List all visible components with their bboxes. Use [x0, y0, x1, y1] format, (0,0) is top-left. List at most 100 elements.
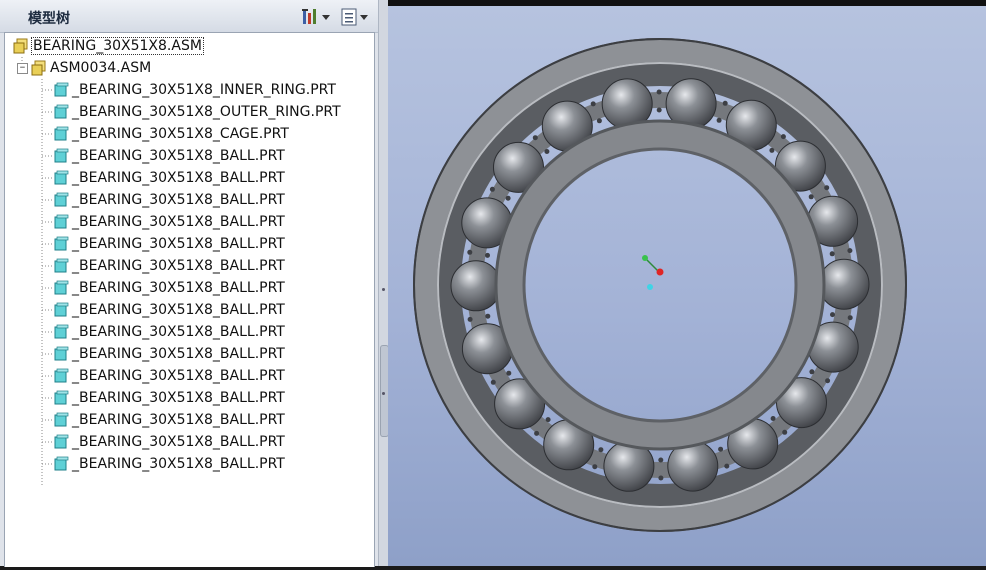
part-icon [54, 434, 69, 449]
tree-item-root[interactable]: BEARING_30X51X8.ASM [13, 35, 204, 57]
tree-item-label: _BEARING_30X51X8_BALL.PRT [72, 170, 285, 186]
chevron-down-icon [322, 15, 330, 20]
tree-item-label: _BEARING_30X51X8_BALL.PRT [72, 434, 285, 450]
cage-rivet [544, 149, 550, 154]
part-icon [54, 192, 69, 207]
cage-rivet [534, 430, 540, 436]
part-icon [54, 302, 69, 317]
part-icon [54, 214, 69, 229]
collapse-toggle[interactable]: − [17, 63, 28, 74]
tree-item-part[interactable]: _BEARING_30X51X8_BALL.PRT [53, 167, 285, 189]
splitter-grip-bottom [382, 392, 385, 395]
tree-item-label: _BEARING_30X51X8_BALL.PRT [72, 192, 285, 208]
cage-rivet [658, 475, 664, 481]
tree-item-part[interactable]: _BEARING_30X51X8_BALL.PRT [53, 189, 285, 211]
cage-rivet [829, 251, 835, 257]
cage-rivet [467, 316, 473, 322]
cage-rivet [658, 457, 664, 463]
tree-item-part[interactable]: _BEARING_30X51X8_BALL.PRT [53, 343, 285, 365]
cage-rivet [716, 117, 722, 123]
tree-item-part[interactable]: _BEARING_30X51X8_BALL.PRT [53, 211, 285, 233]
cage-rivet [506, 370, 512, 376]
bearing-ball [818, 258, 870, 310]
tree-item-label: ASM0034.ASM [50, 60, 152, 76]
tree-item-part[interactable]: _BEARING_30X51X8_BALL.PRT [53, 431, 285, 453]
triad-y-dot [642, 255, 648, 261]
cage-rivet [718, 446, 724, 452]
triad-z-dot [647, 284, 653, 290]
tree-item-part[interactable]: _BEARING_30X51X8_BALL.PRT [53, 255, 285, 277]
cage-rivet [825, 378, 831, 384]
graphics-viewport[interactable] [388, 6, 986, 566]
assembly-icon [13, 38, 28, 54]
part-icon [54, 280, 69, 295]
part-icon [54, 126, 69, 141]
tree-show-button[interactable] [340, 7, 368, 27]
part-icon [54, 236, 69, 251]
cage-rivet [656, 107, 662, 113]
cage-rivet [830, 312, 835, 318]
tree-item-label: _BEARING_30X51X8_BALL.PRT [72, 456, 285, 472]
model-tree-pane: 模型树 BEARING_30X51X8.ASM − ASM0034.ASM _B… [0, 0, 378, 567]
cage-rivet [809, 369, 815, 375]
part-icon [54, 412, 69, 427]
cage-rivet [847, 315, 853, 321]
tree-item-label: _BEARING_30X51X8_BALL.PRT [72, 346, 285, 362]
cage-rivet [598, 447, 604, 453]
cage-rivet [490, 379, 496, 385]
tree-item-label: _BEARING_30X51X8_OUTER_RING.PRT [72, 104, 341, 120]
bearing-model[interactable] [388, 6, 986, 566]
tree-item-part[interactable]: _BEARING_30X51X8_CAGE.PRT [53, 123, 289, 145]
cage-rivet [780, 134, 786, 140]
part-icon [54, 104, 69, 119]
part-icon [54, 324, 69, 339]
part-icon [54, 82, 69, 97]
tree-item-part[interactable]: _BEARING_30X51X8_BALL.PRT [53, 233, 285, 255]
tree-item-part[interactable]: _BEARING_30X51X8_BALL.PRT [53, 145, 285, 167]
part-icon [54, 346, 69, 361]
cage-rivet [485, 252, 490, 258]
tree-item-part[interactable]: _BEARING_30X51X8_BALL.PRT [53, 321, 285, 343]
tree-item-part[interactable]: _BEARING_30X51X8_BALL.PRT [53, 299, 285, 321]
part-icon [54, 368, 69, 383]
model-tree-title: 模型树 [28, 11, 70, 27]
tree-item-label: _BEARING_30X51X8_BALL.PRT [72, 148, 285, 164]
tree-item-label: _BEARING_30X51X8_BALL.PRT [72, 302, 285, 318]
subassembly-icon [31, 60, 46, 76]
cage-rivet [467, 249, 473, 255]
tree-item-part[interactable]: _BEARING_30X51X8_BALL.PRT [53, 387, 285, 409]
tree-item-part[interactable]: _BEARING_30X51X8_BALL.PRT [53, 409, 285, 431]
tree-item-label: _BEARING_30X51X8_BALL.PRT [72, 214, 285, 230]
cage-rivet [532, 135, 538, 141]
tree-settings-button[interactable] [300, 7, 330, 27]
tree-item-part[interactable]: _BEARING_30X51X8_BALL.PRT [53, 453, 285, 475]
cage-rivet [545, 417, 551, 423]
list-icon [341, 8, 357, 26]
tree-item-label: _BEARING_30X51X8_CAGE.PRT [72, 126, 289, 142]
tree-item-part[interactable]: _BEARING_30X51X8_INNER_RING.PRT [53, 79, 336, 101]
part-icon [54, 390, 69, 405]
cage-rivet [485, 313, 491, 319]
cage-rivet [824, 185, 830, 191]
splitter-grip-top [382, 288, 385, 291]
part-icon [54, 456, 69, 471]
cage-rivet [724, 463, 730, 469]
model-tree: BEARING_30X51X8.ASM − ASM0034.ASM _BEARING_… [4, 32, 375, 567]
tree-item-part[interactable]: _BEARING_30X51X8_BALL.PRT [53, 365, 285, 387]
cage-rivet [656, 89, 662, 95]
tree-item-asm0034[interactable]: ASM0034.ASM [31, 57, 151, 79]
part-icon [54, 258, 69, 273]
tree-item-label: _BEARING_30X51X8_BALL.PRT [72, 280, 285, 296]
chevron-down-icon [360, 15, 368, 20]
tree-item-label: _BEARING_30X51X8_INNER_RING.PRT [72, 82, 336, 98]
inner-ring-body [496, 121, 824, 449]
tree-item-part[interactable]: _BEARING_30X51X8_BALL.PRT [53, 277, 285, 299]
cage-rivet [505, 195, 511, 201]
tree-item-label: _BEARING_30X51X8_BALL.PRT [72, 412, 285, 428]
cage-rivet [769, 147, 775, 153]
cage-rivet [596, 118, 602, 124]
tree-item-label: _BEARING_30X51X8_BALL.PRT [72, 324, 285, 340]
tree-item-label: _BEARING_30X51X8_BALL.PRT [72, 368, 285, 384]
cage-rivet [847, 248, 853, 254]
tree-item-part[interactable]: _BEARING_30X51X8_OUTER_RING.PRT [53, 101, 341, 123]
